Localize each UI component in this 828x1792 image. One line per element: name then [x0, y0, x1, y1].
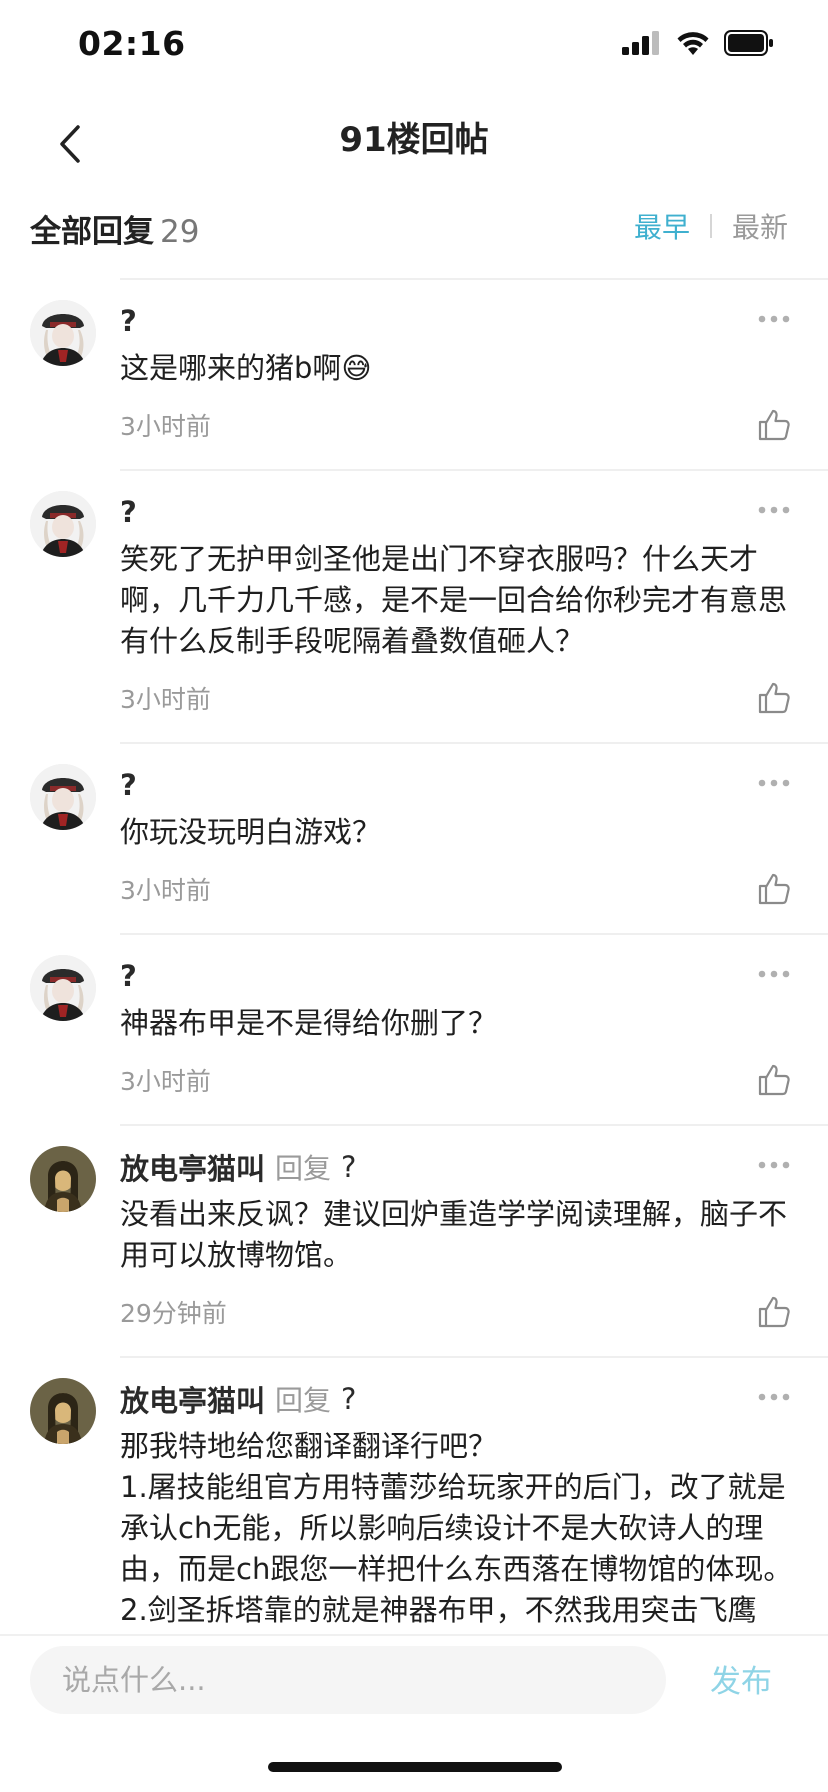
comment-body: ? 这是哪来的猪b啊😅 3小时前 — [120, 278, 828, 469]
sort-toggle: 最早 最新 — [634, 206, 788, 246]
comment-text: 那我特地给您翻译翻译行吧？ 1.屠技能组官方用特蕾莎给玩家开的后门，改了就是承认… — [120, 1429, 793, 1627]
reply-target-name[interactable]: ? — [341, 1382, 356, 1416]
mona-lisa-avatar[interactable] — [30, 1146, 96, 1212]
like-button[interactable] — [752, 1058, 796, 1102]
status-icons — [622, 30, 774, 56]
comment-time: 3小时前 — [120, 412, 211, 441]
comment-footer: 3小时前 — [120, 867, 798, 911]
comment-text: 没看出来反讽？建议回炉重造学学阅读理解，脑子不用可以放博物馆。 — [120, 1197, 788, 1272]
publish-button[interactable]: 发布 — [710, 1656, 772, 1701]
avatar-wrap — [30, 933, 98, 1124]
sort-divider — [709, 214, 712, 238]
avatar-wrap — [30, 1356, 98, 1632]
comment-input-bar: 发布 — [0, 1634, 828, 1726]
like-button[interactable] — [752, 676, 796, 720]
more-options-button[interactable] — [754, 959, 794, 989]
comment-header: 放电亭猫叫 回复 ? — [120, 1148, 798, 1186]
comment-header: ? — [120, 957, 798, 995]
comment-header: ? — [120, 493, 798, 531]
like-button[interactable] — [752, 403, 796, 447]
anime-avatar[interactable] — [30, 491, 96, 557]
thumbs-up-icon — [758, 682, 790, 714]
reply-header: 全部回复 29 最早 最新 — [0, 194, 828, 278]
sort-earliest-button[interactable]: 最早 — [634, 206, 690, 246]
comment-footer: 29分钟前 — [120, 1290, 798, 1334]
comment-item: 放电亭猫叫 回复 ? 没看出来反讽？建议回炉重造学学阅读理解，脑子不用可以放博物… — [0, 1124, 828, 1356]
comment-item: ? 神器布甲是不是得给你删了？ 3小时前 — [0, 933, 828, 1124]
mona-lisa-avatar[interactable] — [30, 1378, 96, 1444]
status-bar: 02:16 — [0, 0, 828, 96]
thumbs-up-icon — [758, 1296, 790, 1328]
more-options-button[interactable] — [754, 768, 794, 798]
more-dots-icon — [758, 1161, 790, 1169]
sort-latest-button[interactable]: 最新 — [732, 206, 788, 246]
comment-header: ? — [120, 766, 798, 804]
more-dots-icon — [758, 1393, 790, 1401]
comment-time: 3小时前 — [120, 685, 211, 714]
all-replies-label: 全部回复 29 — [30, 206, 199, 251]
author-name[interactable]: 放电亭猫叫 — [120, 1378, 265, 1420]
comment-list[interactable]: ? 这是哪来的猪b啊😅 3小时前 ? 笑死了无护甲剑圣他是出门不穿衣服吗？什么天… — [0, 278, 828, 1632]
author-name[interactable]: ? — [120, 959, 137, 993]
wifi-icon — [677, 32, 709, 55]
cellular-signal-icon — [622, 31, 659, 55]
comment-footer: 3小时前 — [120, 403, 798, 447]
reply-word: 回复 — [275, 1152, 332, 1185]
status-time: 02:16 — [78, 24, 186, 63]
anime-avatar[interactable] — [30, 300, 96, 366]
avatar-wrap — [30, 1124, 98, 1356]
reply-word: 回复 — [275, 1384, 332, 1417]
comment-text: 笑死了无护甲剑圣他是出门不穿衣服吗？什么天才啊，几千力几千感，是不是一回合给你秒… — [120, 542, 788, 658]
like-button[interactable] — [752, 1290, 796, 1334]
more-dots-icon — [758, 970, 790, 978]
author-name[interactable]: ? — [120, 304, 137, 338]
anime-avatar[interactable] — [30, 955, 96, 1021]
comment-body: ? 笑死了无护甲剑圣他是出门不穿衣服吗？什么天才啊，几千力几千感，是不是一回合给… — [120, 469, 828, 742]
more-options-button[interactable] — [754, 1382, 794, 1412]
avatar-wrap — [30, 469, 98, 742]
comment-text: 这是哪来的猪b啊😅 — [120, 351, 372, 385]
comment-body: 放电亭猫叫 回复 ? 没看出来反讽？建议回炉重造学学阅读理解，脑子不用可以放博物… — [120, 1124, 828, 1356]
thumbs-up-icon — [758, 409, 790, 441]
home-indicator — [268, 1762, 562, 1772]
more-dots-icon — [758, 779, 790, 787]
nav-bar: 91楼回帖 — [0, 96, 828, 194]
comment-footer: 3小时前 — [120, 1058, 798, 1102]
comment-item: ? 这是哪来的猪b啊😅 3小时前 — [0, 278, 828, 469]
comment-item: ? 笑死了无护甲剑圣他是出门不穿衣服吗？什么天才啊，几千力几千感，是不是一回合给… — [0, 469, 828, 742]
more-options-button[interactable] — [754, 304, 794, 334]
battery-icon — [724, 30, 773, 56]
comment-header: 放电亭猫叫 回复 ? — [120, 1380, 798, 1418]
more-options-button[interactable] — [754, 495, 794, 525]
comment-text: 神器布甲是不是得给你删了？ — [120, 1006, 498, 1040]
comment-item: ? 你玩没玩明白游戏？ 3小时前 — [0, 742, 828, 933]
more-options-button[interactable] — [754, 1150, 794, 1180]
comment-item: 放电亭猫叫 回复 ? 那我特地给您翻译翻译行吧？ 1.屠技能组官方用特蕾莎给玩家… — [0, 1356, 828, 1632]
thumbs-up-icon — [758, 873, 790, 905]
more-dots-icon — [758, 315, 790, 323]
anime-avatar[interactable] — [30, 764, 96, 830]
comment-input[interactable] — [30, 1646, 666, 1714]
author-name[interactable]: 放电亭猫叫 — [120, 1146, 265, 1188]
like-button[interactable] — [752, 867, 796, 911]
comment-body: ? 神器布甲是不是得给你删了？ 3小时前 — [120, 933, 828, 1124]
page-title: 91楼回帖 — [339, 120, 489, 160]
author-name[interactable]: ? — [120, 768, 137, 802]
comment-body: ? 你玩没玩明白游戏？ 3小时前 — [120, 742, 828, 933]
comment-time: 29分钟前 — [120, 1299, 227, 1328]
reply-target-name[interactable]: ? — [341, 1150, 356, 1184]
comment-body: 放电亭猫叫 回复 ? 那我特地给您翻译翻译行吧？ 1.屠技能组官方用特蕾莎给玩家… — [120, 1356, 828, 1632]
author-name[interactable]: ? — [120, 495, 137, 529]
comment-time: 3小时前 — [120, 1067, 211, 1096]
comment-time: 3小时前 — [120, 876, 211, 905]
more-dots-icon — [758, 506, 790, 514]
reply-count: 29 — [160, 214, 200, 250]
comment-footer: 3小时前 — [120, 676, 798, 720]
comment-text: 你玩没玩明白游戏？ — [120, 815, 382, 849]
avatar-wrap — [30, 278, 98, 469]
avatar-wrap — [30, 742, 98, 933]
thumbs-up-icon — [758, 1064, 790, 1096]
all-replies-text: 全部回复 — [30, 214, 154, 250]
comment-header: ? — [120, 302, 798, 340]
